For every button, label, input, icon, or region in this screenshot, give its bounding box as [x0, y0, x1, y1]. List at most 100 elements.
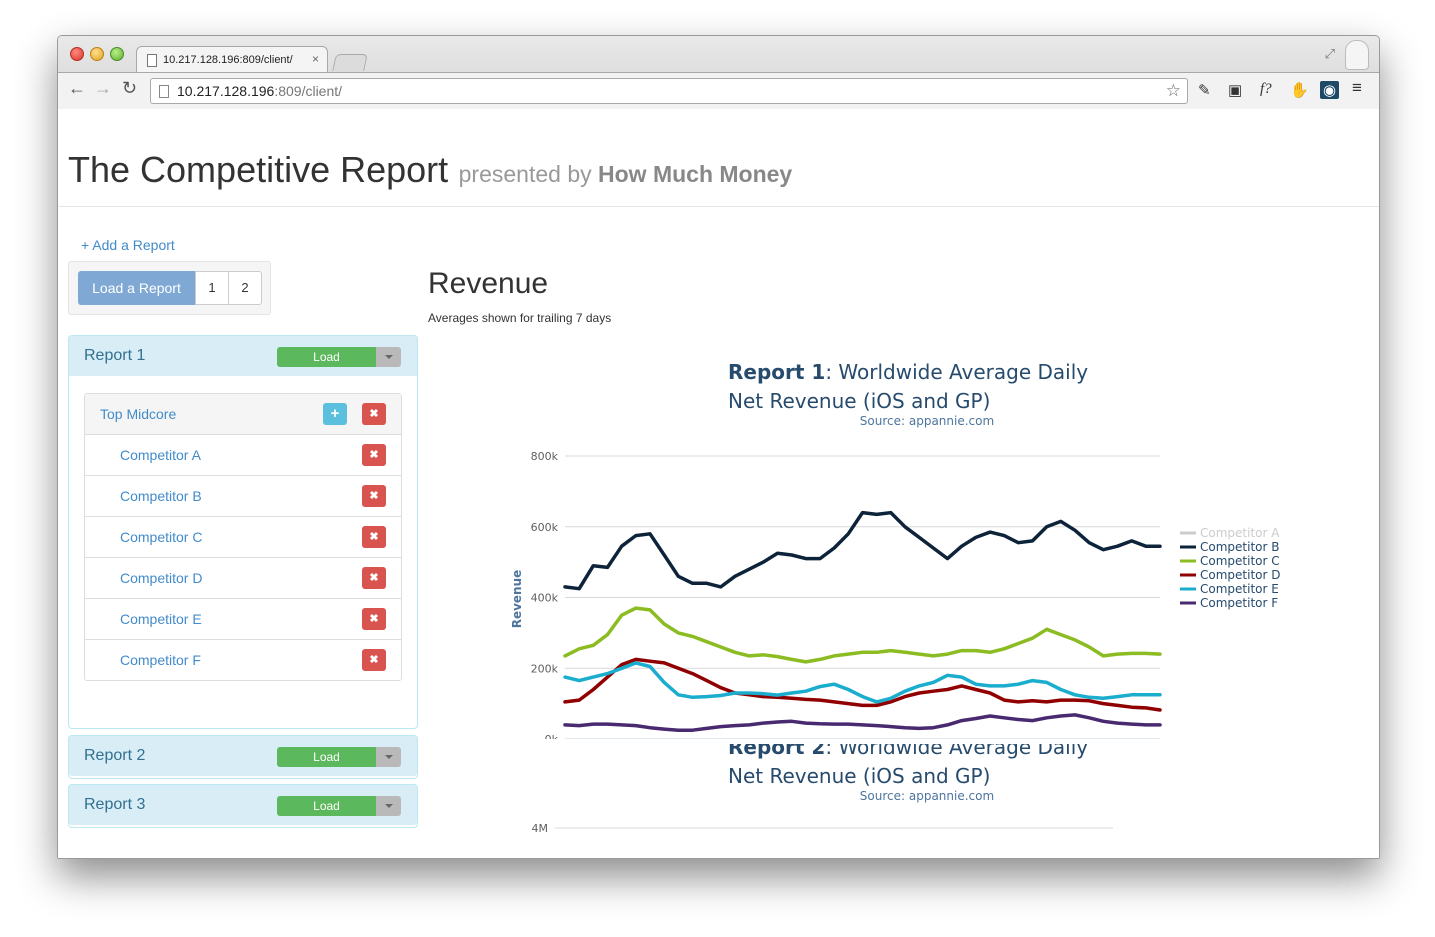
competitor-name[interactable]: Competitor B: [120, 488, 202, 504]
competitor-name[interactable]: Competitor C: [120, 529, 202, 545]
reload-icon[interactable]: ↻: [122, 78, 137, 99]
load-button[interactable]: Load: [277, 747, 376, 767]
page-icon: [147, 54, 157, 67]
legend-label: Competitor D: [1200, 568, 1280, 582]
legend-label: Competitor F: [1200, 596, 1278, 610]
chart-title-line2: Net Revenue (iOS and GP): [728, 389, 990, 413]
report-title: Report 3: [84, 796, 146, 813]
load-dropdown-toggle[interactable]: [376, 347, 401, 367]
chart-title-line2: Net Revenue (iOS and GP): [728, 764, 990, 788]
y-tick-label: 400k: [531, 592, 559, 605]
report-1-header[interactable]: Report 1 Load: [69, 336, 417, 376]
load-dropdown-toggle[interactable]: [376, 747, 401, 767]
new-tab-button[interactable]: [332, 54, 368, 71]
report-title: Report 2: [84, 747, 146, 764]
category-panel: Top Midcore + ✖ Competitor A ✖ Competito…: [84, 393, 402, 681]
legend-item[interactable]: Competitor F: [1180, 596, 1278, 610]
legend-item[interactable]: Competitor C: [1180, 554, 1280, 568]
competitor-row: Competitor B ✖: [85, 476, 401, 517]
legend-label: Competitor E: [1200, 582, 1279, 596]
close-window-button[interactable]: [70, 47, 84, 61]
report-title: Report 1: [84, 347, 146, 364]
y-tick-label: 200k: [531, 662, 559, 675]
back-icon[interactable]: ←: [68, 78, 86, 99]
eyedropper-icon[interactable]: ✎: [1198, 81, 1211, 99]
y-tick-label: 4M: [532, 822, 549, 835]
page-icon: [159, 85, 169, 98]
load-report-button[interactable]: Load a Report: [78, 271, 195, 305]
menu-icon[interactable]: ≡: [1352, 78, 1362, 98]
camera-icon[interactable]: ▣: [1228, 81, 1242, 99]
competitor-row: Competitor C ✖: [85, 517, 401, 558]
series-line: [563, 657, 1162, 712]
tab-close-icon[interactable]: ×: [312, 52, 319, 66]
remove-competitor-button[interactable]: ✖: [362, 526, 386, 548]
browser-chrome: 10.217.128.196:809/client/ × ⤢ ← → ↻ 10.…: [58, 36, 1379, 109]
chart-subtitle: Source: appannie.com: [860, 789, 994, 803]
page-header: The Competitive Report presented by How …: [68, 149, 792, 191]
chart-2-title-block: Report 2: Worldwide Average Daily Net Rev…: [728, 744, 1088, 803]
y-tick-label: 0k: [545, 733, 559, 739]
fullscreen-icon[interactable]: ⤢: [1325, 46, 1335, 62]
add-report-link[interactable]: + Add a Report: [81, 237, 175, 253]
chart-title: Report 1: Worldwide Average Daily: [728, 360, 1088, 384]
report-1-panel: Report 1 Load Top Midcore + ✖ Competitor…: [68, 335, 418, 729]
profile-icon[interactable]: [1345, 40, 1369, 70]
chart-title: Report 2: Worldwide Average Daily: [728, 744, 1088, 759]
remove-competitor-button[interactable]: ✖: [362, 649, 386, 671]
competitor-name[interactable]: Competitor D: [120, 570, 202, 586]
legend-item[interactable]: Competitor E: [1180, 582, 1279, 596]
url-text: 10.217.128.196:809/client/: [177, 83, 343, 99]
remove-competitor-button[interactable]: ✖: [362, 608, 386, 630]
browser-window: 10.217.128.196:809/client/ × ⤢ ← → ↻ 10.…: [57, 35, 1380, 859]
legend-label: Competitor A: [1200, 526, 1280, 540]
bookmark-star-icon[interactable]: ☆: [1166, 81, 1181, 101]
header-divider: [58, 206, 1379, 207]
tab-title: 10.217.128.196:809/client/: [163, 54, 293, 66]
load-dropdown-toggle[interactable]: [376, 796, 401, 816]
chart-subtitle: Source: appannie.com: [860, 414, 994, 428]
legend-item[interactable]: Competitor B: [1180, 540, 1279, 554]
competitor-name[interactable]: Competitor E: [120, 611, 202, 627]
page-2-button[interactable]: 2: [228, 271, 262, 305]
brand-name: How Much Money: [598, 161, 793, 187]
report-3-header[interactable]: Report 3 Load: [69, 785, 417, 825]
remove-competitor-button[interactable]: ✖: [362, 444, 386, 466]
add-competitor-button[interactable]: +: [323, 403, 347, 425]
category-header: Top Midcore + ✖: [85, 394, 401, 435]
zoom-window-button[interactable]: [110, 47, 124, 61]
extension-icon[interactable]: ✋: [1290, 81, 1309, 99]
shield-ext-icon[interactable]: ◉: [1320, 81, 1340, 99]
section-subtitle: Averages shown for trailing 7 days: [428, 311, 612, 325]
load-button[interactable]: Load: [277, 796, 376, 816]
page-title: The Competitive Report: [68, 149, 449, 190]
competitor-name[interactable]: Competitor A: [120, 447, 201, 463]
legend-item[interactable]: Competitor D: [1180, 568, 1280, 582]
series-line: [563, 510, 1162, 591]
page-subtitle: presented by How Much Money: [458, 161, 793, 187]
page-content: The Competitive Report presented by How …: [58, 109, 1379, 858]
page-1-button[interactable]: 1: [195, 271, 229, 305]
address-bar[interactable]: 10.217.128.196:809/client/ ☆: [150, 78, 1188, 104]
revenue-chart-report-2: Report 2: Worldwide Average Daily Net Rev…: [532, 744, 1113, 835]
report-2-header[interactable]: Report 2 Load: [69, 736, 417, 776]
font-ext-icon[interactable]: f?: [1260, 81, 1272, 98]
series-line: [563, 606, 1162, 664]
legend-item[interactable]: Competitor A: [1180, 526, 1280, 540]
y-tick-label: 800k: [531, 450, 559, 463]
section-title: Revenue: [428, 267, 549, 300]
remove-competitor-button[interactable]: ✖: [362, 567, 386, 589]
competitor-name[interactable]: Competitor F: [120, 652, 201, 668]
series-line: [563, 713, 1162, 732]
load-button[interactable]: Load: [277, 347, 376, 367]
remove-competitor-button[interactable]: ✖: [362, 485, 386, 507]
forward-icon[interactable]: →: [94, 78, 112, 99]
category-title[interactable]: Top Midcore: [100, 406, 176, 422]
y-axis-label: Revenue: [510, 570, 524, 629]
browser-tab[interactable]: 10.217.128.196:809/client/ ×: [136, 46, 328, 73]
competitor-row: Competitor D ✖: [85, 558, 401, 599]
minimize-window-button[interactable]: [90, 47, 104, 61]
competitor-row: Competitor F ✖: [85, 640, 401, 680]
remove-category-button[interactable]: ✖: [362, 403, 386, 425]
competitor-row: Competitor A ✖: [85, 435, 401, 476]
